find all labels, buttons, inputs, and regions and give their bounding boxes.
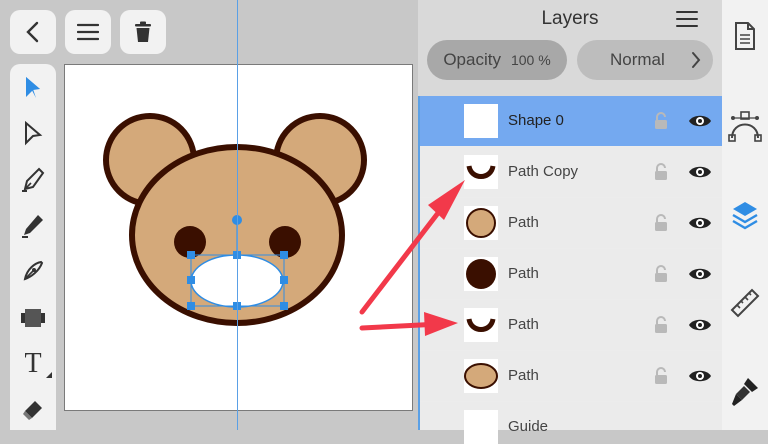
tan-oval-icon bbox=[464, 363, 498, 389]
smile-path-icon bbox=[466, 318, 496, 332]
pen-nib-icon bbox=[22, 167, 45, 192]
delete-button[interactable] bbox=[120, 10, 166, 54]
layer-label: Path bbox=[508, 265, 539, 282]
lock-icon[interactable] bbox=[654, 316, 668, 334]
eye-icon[interactable] bbox=[688, 368, 712, 384]
blend-mode-value: Normal bbox=[610, 50, 665, 69]
smile-path-icon bbox=[466, 165, 496, 179]
path-edit-icon bbox=[728, 111, 762, 142]
lock-icon[interactable] bbox=[654, 112, 668, 130]
eraser-icon bbox=[23, 401, 42, 420]
dark-circle-icon bbox=[466, 259, 496, 289]
opacity-label: Opacity bbox=[443, 50, 501, 69]
document-icon bbox=[735, 22, 755, 50]
hamburger-icon bbox=[676, 11, 698, 27]
chevron-right-icon bbox=[692, 52, 701, 68]
opacity-value: 100 % bbox=[510, 52, 551, 68]
blend-mode-select[interactable]: Normal bbox=[577, 40, 713, 80]
layers-icon bbox=[732, 202, 758, 230]
layer-thumbnail bbox=[464, 104, 498, 138]
pencil-icon bbox=[22, 215, 43, 238]
layer-thumbnail bbox=[464, 359, 498, 393]
layers-button[interactable] bbox=[722, 200, 768, 230]
tool-palette: T bbox=[10, 64, 56, 430]
brush-settings-button[interactable] bbox=[722, 376, 768, 408]
back-button[interactable] bbox=[10, 10, 56, 54]
layer-row[interactable]: Path bbox=[420, 198, 722, 248]
layer-label: Path bbox=[508, 367, 539, 384]
arrow-solid-icon bbox=[26, 77, 40, 98]
artboard[interactable] bbox=[64, 64, 413, 411]
layer-row[interactable]: Path bbox=[420, 249, 722, 299]
shape-tool[interactable] bbox=[10, 298, 56, 338]
layer-thumbnail bbox=[464, 206, 498, 240]
brush-icon bbox=[732, 378, 758, 406]
tan-circle-icon bbox=[466, 208, 496, 238]
layers-panel: Layers Opacity 100 % Normal Shape 0 Path… bbox=[418, 0, 724, 444]
document-button[interactable] bbox=[722, 22, 768, 50]
pen-tool[interactable] bbox=[10, 160, 56, 200]
brush-tool[interactable] bbox=[10, 252, 56, 292]
select-tool[interactable] bbox=[10, 68, 56, 108]
layer-label: Path bbox=[508, 316, 539, 333]
shape-tool-icon bbox=[21, 309, 45, 327]
ruler-icon bbox=[730, 288, 760, 318]
hamburger-icon bbox=[77, 23, 99, 41]
vertical-guide[interactable] bbox=[237, 0, 238, 430]
direct-select-tool[interactable] bbox=[10, 114, 56, 154]
layer-label: Path Copy bbox=[508, 163, 579, 180]
eye-icon[interactable] bbox=[688, 266, 712, 282]
arrow-outline-icon bbox=[25, 121, 43, 146]
trash-icon bbox=[135, 21, 151, 42]
layer-row[interactable]: Path bbox=[420, 351, 722, 401]
layer-thumbnail bbox=[464, 410, 498, 444]
eye-icon[interactable] bbox=[688, 164, 712, 180]
vector-brush-icon bbox=[23, 260, 44, 281]
layer-row[interactable]: Path Copy bbox=[420, 147, 722, 197]
chevron-left-icon bbox=[26, 21, 39, 43]
submenu-corner-icon bbox=[46, 372, 52, 378]
layer-label: Guide bbox=[508, 418, 549, 435]
layer-thumbnail bbox=[464, 308, 498, 342]
eye-icon[interactable] bbox=[688, 215, 712, 231]
layer-list: Shape 0 Path Copy Path Path Path Path Gu… bbox=[418, 96, 724, 444]
pencil-tool[interactable] bbox=[10, 206, 56, 246]
layer-label: Path bbox=[508, 214, 539, 231]
lock-icon[interactable] bbox=[654, 367, 668, 385]
right-sidebar bbox=[722, 0, 768, 430]
eye-icon[interactable] bbox=[688, 317, 712, 333]
ruler-button[interactable] bbox=[722, 288, 768, 318]
eraser-tool[interactable] bbox=[10, 390, 56, 430]
eye-icon[interactable] bbox=[688, 113, 712, 129]
opacity-control[interactable]: Opacity 100 % bbox=[427, 40, 567, 80]
text-tool[interactable]: T bbox=[10, 344, 56, 384]
path-edit-button[interactable] bbox=[722, 110, 768, 142]
lock-icon[interactable] bbox=[654, 214, 668, 232]
layer-row[interactable]: Guide bbox=[420, 402, 722, 444]
panel-menu-button[interactable] bbox=[676, 10, 698, 33]
layer-thumbnail bbox=[464, 155, 498, 189]
layer-label: Shape 0 bbox=[508, 112, 564, 129]
text-icon: T bbox=[24, 348, 42, 379]
lock-icon[interactable] bbox=[654, 163, 668, 181]
lock-icon[interactable] bbox=[654, 265, 668, 283]
layer-thumbnail bbox=[464, 257, 498, 291]
layer-row[interactable]: Path bbox=[420, 300, 722, 350]
menu-button[interactable] bbox=[65, 10, 111, 54]
layer-row[interactable]: Shape 0 bbox=[420, 96, 722, 146]
